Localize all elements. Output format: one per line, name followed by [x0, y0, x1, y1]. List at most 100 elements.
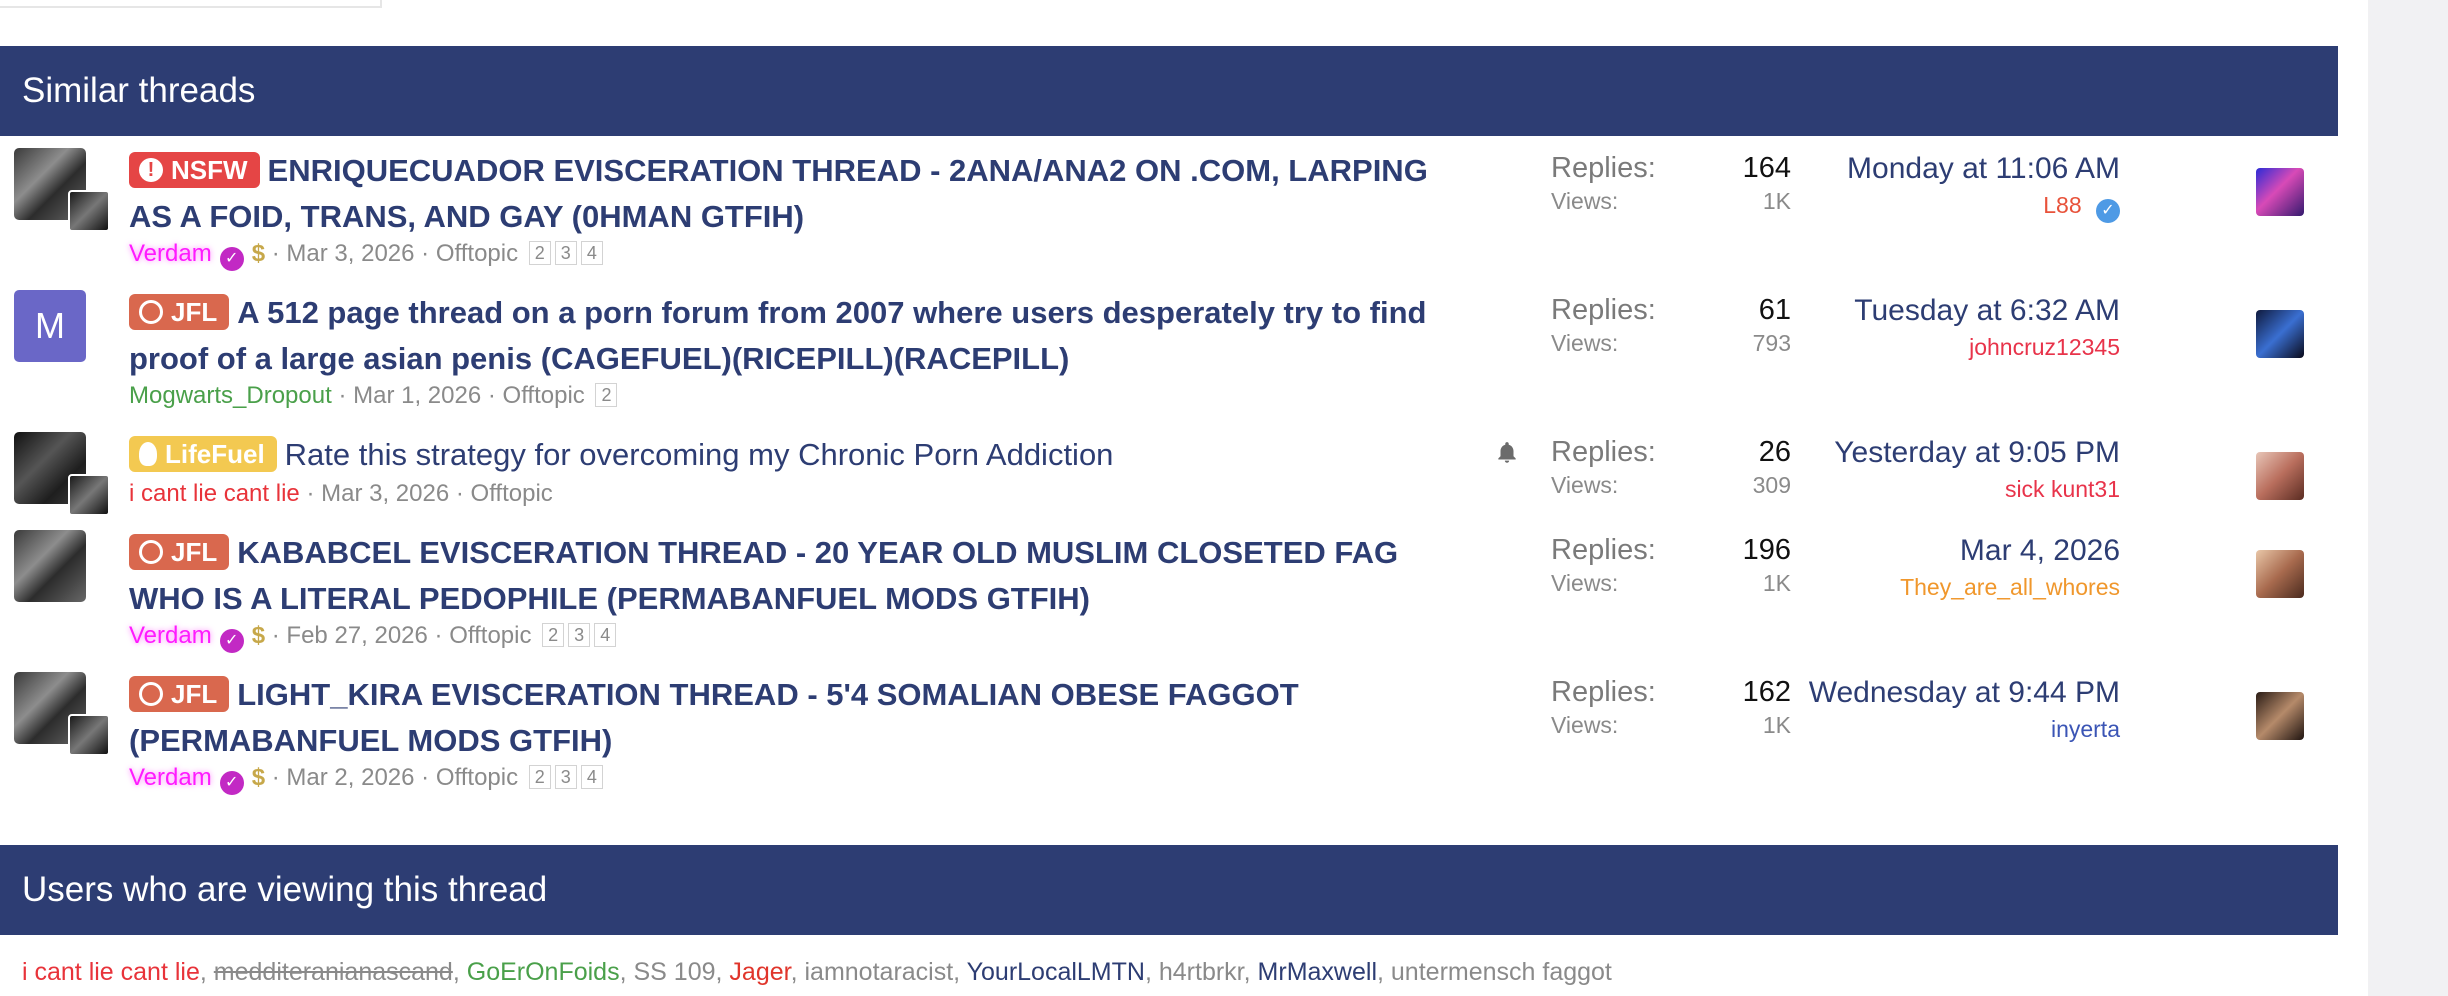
latest-user-avatar[interactable]	[2256, 310, 2304, 358]
latest-poster-mini-avatar[interactable]	[68, 714, 110, 756]
dollar-icon: $	[251, 622, 266, 649]
latest-user-avatar[interactable]	[2256, 168, 2304, 216]
thread-forum[interactable]: Offtopic	[436, 240, 518, 267]
latest-date[interactable]: Wednesday at 9:44 PM	[1809, 674, 2120, 712]
page-link[interactable]: 3	[568, 623, 591, 647]
latest-user[interactable]: inyerta	[1809, 712, 2120, 746]
viewer-user[interactable]: h4rtbrkr	[1159, 958, 1244, 986]
thread-title[interactable]: JFL LIGHT_KIRA EVISCERATION THREAD - 5'4 …	[129, 672, 1489, 764]
latest-date[interactable]: Yesterday at 9:05 PM	[1834, 434, 2120, 472]
thread-forum[interactable]: Offtopic	[503, 382, 585, 409]
viewer-user[interactable]: SS 109	[634, 958, 716, 986]
prefix-jfl[interactable]: JFL	[129, 534, 230, 570]
thread-title[interactable]: JFL A 512 page thread on a porn forum fro…	[129, 290, 1489, 382]
views-count: 309	[1752, 472, 1791, 498]
thread-date: Mar 2, 2026	[286, 764, 415, 791]
thread-author[interactable]: i cant lie cant lie	[129, 480, 300, 507]
replies-count: 164	[1742, 152, 1791, 184]
lightbulb-icon	[139, 442, 157, 466]
latest-user[interactable]: They_are_all_whores	[1900, 570, 2120, 604]
latest-post: Monday at 11:06 AM L88 ✓	[1847, 150, 2120, 223]
similar-threads-header: Similar threads	[0, 46, 2338, 136]
page-link[interactable]: 4	[580, 765, 603, 789]
latest-poster-mini-avatar[interactable]	[68, 190, 110, 232]
page-link[interactable]: 2	[528, 241, 551, 265]
page-gutter	[2368, 0, 2448, 996]
prefix-nsfw[interactable]: NSFW	[129, 152, 260, 188]
thread-stats: Replies: 164 Views: 1K	[1551, 152, 1791, 214]
thread-author[interactable]: Verdam	[129, 622, 212, 649]
prefix-jfl[interactable]: JFL	[129, 676, 230, 712]
verified-check-icon: ✓	[219, 247, 244, 271]
page-link[interactable]: 4	[580, 241, 603, 265]
prefix-lifefuel[interactable]: LifeFuel	[129, 436, 277, 472]
thread-forum[interactable]: Offtopic	[471, 480, 553, 507]
thread-author-avatar[interactable]: M	[14, 290, 86, 362]
page-link[interactable]: 3	[554, 241, 577, 265]
thread-author[interactable]: Mogwarts_Dropout	[129, 382, 332, 409]
thread-meta: Verdam ✓ $ · Mar 3, 2026 · Offtopic 234	[129, 240, 603, 271]
jfl-face-icon	[139, 540, 163, 564]
latest-date[interactable]: Tuesday at 6:32 AM	[1854, 292, 2120, 330]
verified-check-icon: ✓	[219, 629, 244, 653]
viewer-user[interactable]: medditeranianascand	[214, 958, 453, 986]
thread-author-avatar[interactable]	[14, 530, 86, 602]
viewers-header: Users who are viewing this thread	[0, 845, 2338, 935]
thread-title[interactable]: LifeFuel Rate this strategy for overcomin…	[129, 432, 1489, 478]
thread-stats: Replies: 162 Views: 1K	[1551, 676, 1791, 738]
viewer-user[interactable]: GoErOnFoids	[467, 958, 620, 986]
thread-meta: Mogwarts_Dropout · Mar 1, 2026 · Offtopi…	[129, 382, 618, 410]
viewer-user[interactable]: untermensch faggot	[1391, 958, 1612, 986]
thread-stats: Replies: 61 Views: 793	[1551, 294, 1791, 356]
thread-forum[interactable]: Offtopic	[436, 764, 518, 791]
latest-user-avatar[interactable]	[2256, 452, 2304, 500]
dollar-icon: $	[251, 240, 266, 267]
page-link[interactable]: 3	[554, 765, 577, 789]
viewer-user[interactable]: Jager	[729, 958, 790, 986]
viewers-list: i cant lie cant lie, medditeranianascand…	[22, 958, 1612, 986]
jfl-face-icon	[139, 682, 163, 706]
thread-meta: i cant lie cant lie · Mar 3, 2026 · Offt…	[129, 480, 553, 507]
thread-date: Feb 27, 2026	[286, 622, 428, 649]
latest-poster-mini-avatar[interactable]	[68, 474, 110, 516]
latest-post: Wednesday at 9:44 PM inyerta	[1809, 674, 2120, 746]
page-link[interactable]: 2	[542, 623, 565, 647]
latest-user-avatar[interactable]	[2256, 692, 2304, 740]
viewer-user[interactable]: i cant lie cant lie	[22, 958, 200, 986]
page-link[interactable]: 4	[594, 623, 617, 647]
thread-forum[interactable]: Offtopic	[449, 622, 531, 649]
thread-date: Mar 1, 2026	[353, 382, 482, 409]
bell-icon[interactable]	[1494, 440, 1520, 466]
thread-title[interactable]: JFL KABABCEL EVISCERATION THREAD - 20 YEA…	[129, 530, 1489, 622]
views-count: 1K	[1762, 188, 1791, 214]
latest-user[interactable]: L88	[2043, 192, 2081, 218]
replies-count: 26	[1758, 436, 1791, 468]
latest-date[interactable]: Mar 4, 2026	[1900, 532, 2120, 570]
latest-user[interactable]: sick kunt31	[1834, 472, 2120, 506]
thread-date: Mar 3, 2026	[286, 240, 415, 267]
latest-post: Tuesday at 6:32 AM johncruz12345	[1854, 292, 2120, 364]
latest-post: Yesterday at 9:05 PM sick kunt31	[1834, 434, 2120, 506]
latest-user-avatar[interactable]	[2256, 550, 2304, 598]
page-link[interactable]: 2	[595, 383, 618, 407]
jfl-face-icon	[139, 300, 163, 324]
top-tab-edge	[0, 0, 382, 8]
views-count: 793	[1752, 330, 1791, 356]
thread-author[interactable]: Verdam	[129, 240, 212, 267]
replies-count: 196	[1742, 534, 1791, 566]
viewer-user[interactable]: MrMaxwell	[1258, 958, 1377, 986]
viewer-user[interactable]: YourLocalLMTN	[967, 958, 1145, 986]
replies-count: 162	[1742, 676, 1791, 708]
alert-icon	[139, 158, 163, 182]
views-count: 1K	[1762, 570, 1791, 596]
page-link[interactable]: 2	[528, 765, 551, 789]
latest-user[interactable]: johncruz12345	[1854, 330, 2120, 364]
dollar-icon: $	[251, 764, 266, 791]
prefix-jfl[interactable]: JFL	[129, 294, 230, 330]
thread-title[interactable]: NSFWENRIQUECUADOR EVISCERATION THREAD - …	[129, 148, 1489, 240]
viewer-user[interactable]: iamnotaracist	[805, 958, 954, 986]
latest-date[interactable]: Monday at 11:06 AM	[1847, 150, 2120, 188]
thread-stats: Replies: 26 Views: 309	[1551, 436, 1791, 498]
thread-author[interactable]: Verdam	[129, 764, 212, 791]
verified-check-icon: ✓	[2096, 199, 2120, 223]
